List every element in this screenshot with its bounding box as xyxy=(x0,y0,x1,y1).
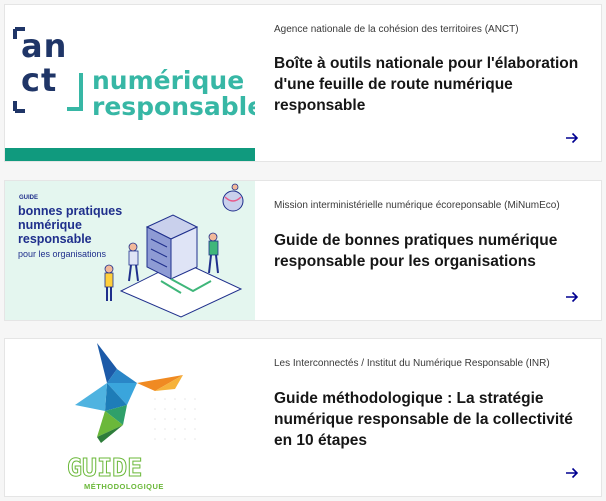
card-source: Mission interministérielle numérique éco… xyxy=(274,200,560,211)
guide-subheading: pour les organisations xyxy=(18,249,107,259)
arrow-right-icon[interactable] xyxy=(565,291,579,303)
thumbnail-bar xyxy=(5,148,255,161)
card-content: Mission interministérielle numérique éco… xyxy=(255,181,601,320)
arrow-right-icon[interactable] xyxy=(565,467,579,479)
resource-card-minumeco[interactable]: GUIDE bonnes pratiques numérique respons… xyxy=(4,180,602,321)
resource-card-anct[interactable]: an ct numérique responsable Agence natio… xyxy=(4,4,602,162)
card-thumbnail-methodology: GUIDE MÉTHODOLOGIQUE xyxy=(5,339,255,496)
arrow-right-icon[interactable] xyxy=(565,132,579,144)
card-title[interactable]: Guide de bonnes pratiques numérique resp… xyxy=(274,230,581,272)
brand-line2: responsable xyxy=(92,92,255,121)
anct-logo-line1: an xyxy=(21,27,68,65)
brand-line1: numérique xyxy=(92,66,245,95)
office-illustration xyxy=(104,183,244,318)
methodology-heading: GUIDE xyxy=(66,453,143,483)
card-title[interactable]: Guide méthodologique : La stratégie numé… xyxy=(274,388,581,451)
anct-logo-line2: ct xyxy=(21,61,58,99)
card-content: Les Interconnectés / Institut du Numériq… xyxy=(255,339,601,496)
card-source: Les Interconnectés / Institut du Numériq… xyxy=(274,358,550,369)
card-thumbnail-guide: GUIDE bonnes pratiques numérique respons… xyxy=(5,181,255,320)
card-content: Agence nationale de la cohésion des terr… xyxy=(255,5,601,161)
card-source: Agence nationale de la cohésion des terr… xyxy=(274,24,519,35)
card-thumbnail-anct: an ct numérique responsable xyxy=(5,5,255,161)
guide-label: GUIDE xyxy=(19,195,39,201)
methodology-subheading: MÉTHODOLOGIQUE xyxy=(84,482,164,491)
card-title[interactable]: Boîte à outils nationale pour l'élaborat… xyxy=(274,53,581,116)
resource-card-inr[interactable]: GUIDE MÉTHODOLOGIQUE Les Interconnectés … xyxy=(4,338,602,497)
